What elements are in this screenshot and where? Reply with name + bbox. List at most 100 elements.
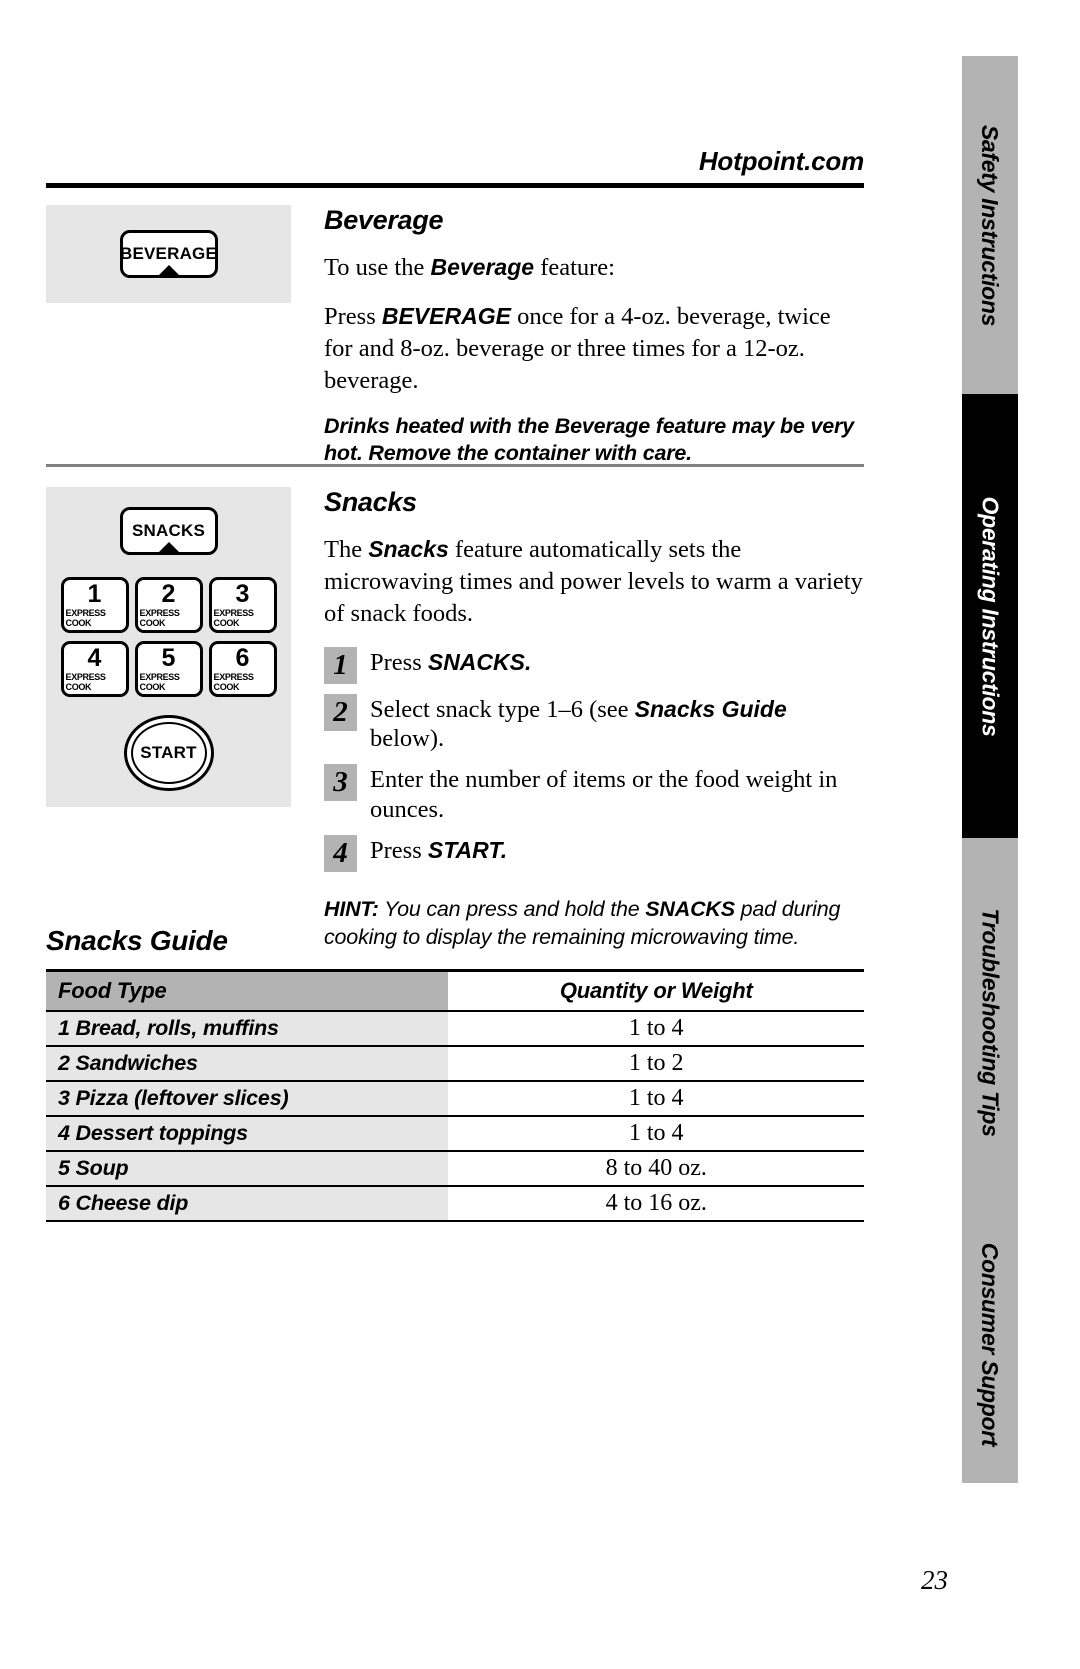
table-row: 2 Sandwiches 1 to 2 <box>46 1044 864 1082</box>
express-cook-button-5[interactable]: 5 EXPRESS COOK <box>134 641 203 697</box>
beverage-section: BEVERAGE Beverage To use the Beverage fe… <box>46 205 864 468</box>
hint-bold: SNACKS <box>645 897 735 922</box>
snacks-pad-label: SNACKS <box>132 521 205 540</box>
beverage-press-bold: BEVERAGE <box>381 302 511 329</box>
beverage-heading: Beverage <box>324 205 444 235</box>
express-cook-number: 4 <box>87 644 102 672</box>
express-cook-button-3[interactable]: 3 EXPRESS COOK <box>208 577 277 633</box>
section-divider <box>46 464 864 467</box>
step-text-bold: SNACKS. <box>427 648 532 675</box>
express-cook-number: 3 <box>235 580 250 608</box>
site-name: Hotpoint.com <box>698 146 864 176</box>
beverage-pad-label: BEVERAGE <box>120 244 218 263</box>
cell-quantity: 1 to 4 <box>448 1079 864 1117</box>
snacks-intro-before: The <box>324 536 369 563</box>
step-text: Press SNACKS. <box>357 647 531 678</box>
cell-food-type: 1 Bread, rolls, muffins <box>46 1009 449 1047</box>
column-header-quantity-or-weight: Quantity or Weight <box>448 969 864 1012</box>
beverage-intro-bold: Beverage <box>430 254 535 280</box>
step-number: 1 <box>324 646 357 684</box>
beverage-pad-button[interactable]: BEVERAGE <box>119 230 218 278</box>
cell-food-type: 3 Pizza (leftover slices) <box>46 1079 449 1117</box>
step-text-bold: START. <box>427 837 508 864</box>
step-number: 4 <box>324 835 357 873</box>
beverage-warning: Drinks heated with the Beverage feature … <box>324 414 854 466</box>
start-button[interactable]: START <box>123 715 214 791</box>
table-row: 3 Pizza (leftover slices) 1 to 4 <box>46 1079 864 1117</box>
step-text-after: below). <box>370 725 445 753</box>
step-number: 2 <box>324 693 357 731</box>
header-rule <box>46 183 864 188</box>
hint-label: HINT: <box>324 897 379 922</box>
side-tab-label: Safety Instructions <box>977 124 1004 326</box>
snacks-step-3: 3 Enter the number of items or the food … <box>324 764 864 825</box>
table-row: 4 Dessert toppings 1 to 4 <box>46 1114 864 1152</box>
column-header-food-type: Food Type <box>46 969 449 1012</box>
table-row: 1 Bread, rolls, muffins 1 to 4 <box>46 1009 864 1047</box>
table-row: 6 Cheese dip 4 to 16 oz. <box>46 1184 864 1222</box>
side-tab-safety-instructions[interactable]: Safety Instructions <box>962 56 1018 394</box>
side-tab-label: Consumer Support <box>977 1242 1004 1447</box>
snacks-guide: Snacks Guide Food Type Quantity or Weigh… <box>46 925 864 1222</box>
step-text-before: Select snack type 1–6 (see <box>370 695 635 723</box>
express-cook-sublabel: EXPRESS COOK <box>213 672 254 693</box>
cell-quantity: 4 to 16 oz. <box>448 1184 864 1222</box>
express-cook-sublabel: EXPRESS COOK <box>65 672 106 693</box>
snacks-section: SNACKS 1 EXPRESS COOK 2 EXPRESS COOK 3 E… <box>46 487 864 952</box>
express-cook-number: 6 <box>235 644 250 672</box>
cell-food-type: 5 Soup <box>46 1149 449 1187</box>
snacks-step-2: 2 Select snack type 1–6 (see Snacks Guid… <box>324 693 864 755</box>
side-tab-consumer-support[interactable]: Consumer Support <box>962 1206 1018 1483</box>
step-text-before: Press <box>370 837 428 865</box>
step-text: Enter the number of items or the food we… <box>357 764 864 825</box>
cell-food-type: 2 Sandwiches <box>46 1044 449 1082</box>
step-number: 3 <box>324 764 357 802</box>
hint-before: You can press and hold the <box>378 897 646 922</box>
cell-food-type: 4 Dessert toppings <box>46 1114 449 1152</box>
express-cook-button-6[interactable]: 6 EXPRESS COOK <box>208 641 277 697</box>
express-cook-button-4[interactable]: 4 EXPRESS COOK <box>60 641 129 697</box>
express-cook-button-2[interactable]: 2 EXPRESS COOK <box>134 577 203 633</box>
side-tab-operating-instructions[interactable]: Operating Instructions <box>962 394 1018 838</box>
express-cook-number: 2 <box>161 580 176 608</box>
cell-quantity: 1 to 4 <box>448 1114 864 1152</box>
side-tab-label: Operating Instructions <box>977 495 1004 737</box>
express-cook-sublabel: EXPRESS COOK <box>139 672 180 693</box>
beverage-intro-paragraph: To use the Beverage feature: <box>324 252 864 284</box>
cell-food-type: 6 Cheese dip <box>46 1184 449 1222</box>
express-cook-button-1[interactable]: 1 EXPRESS COOK <box>60 577 129 633</box>
express-cook-sublabel: EXPRESS COOK <box>139 608 180 629</box>
cell-quantity: 8 to 40 oz. <box>448 1149 864 1187</box>
snacks-guide-title: Snacks Guide <box>46 925 228 956</box>
side-tab-label: Troubleshooting Tips <box>977 907 1004 1137</box>
snacks-control-panel-illustration: SNACKS 1 EXPRESS COOK 2 EXPRESS COOK 3 E… <box>46 487 291 807</box>
express-cook-number: 1 <box>87 580 102 608</box>
express-cook-sublabel: EXPRESS COOK <box>213 608 254 629</box>
step-text-before: Press <box>370 648 428 676</box>
cell-quantity: 1 to 2 <box>448 1044 864 1082</box>
snacks-pad-button[interactable]: SNACKS <box>119 507 218 555</box>
snacks-intro-bold: Snacks <box>368 536 449 562</box>
side-tab-troubleshooting-tips[interactable]: Troubleshooting Tips <box>962 838 1018 1206</box>
table-row: 5 Soup 8 to 40 oz. <box>46 1149 864 1187</box>
snacks-intro-paragraph: The Snacks feature automatically sets th… <box>324 534 864 630</box>
side-tab-strip: Safety Instructions Operating Instructio… <box>962 56 1018 1483</box>
snacks-heading: Snacks <box>324 487 417 517</box>
snacks-step-list: 1 Press SNACKS. 2 Select snack type 1–6 … <box>324 646 864 873</box>
snacks-step-1: 1 Press SNACKS. <box>324 646 864 684</box>
snacks-step-4: 4 Press START. <box>324 835 864 873</box>
page-header: Hotpoint.com <box>46 148 864 188</box>
beverage-control-panel-illustration: BEVERAGE <box>46 205 291 303</box>
express-cook-number: 5 <box>161 644 176 672</box>
step-text-bold: Snacks Guide <box>634 695 787 722</box>
start-button-label: START <box>140 743 197 762</box>
step-text-before: Enter the number of items or the food we… <box>370 766 838 824</box>
manual-page: Safety Instructions Operating Instructio… <box>0 0 1080 1669</box>
beverage-press-before: Press <box>324 302 382 330</box>
step-text: Select snack type 1–6 (see Snacks Guide … <box>357 694 864 755</box>
page-number: 23 <box>921 1565 948 1595</box>
table-header-row: Food Type Quantity or Weight <box>46 969 864 1012</box>
snacks-guide-table: Food Type Quantity or Weight 1 Bread, ro… <box>46 969 864 1222</box>
beverage-press-paragraph: Press BEVERAGE once for a 4-oz. beverage… <box>324 301 864 397</box>
beverage-intro-after: feature: <box>534 254 615 281</box>
